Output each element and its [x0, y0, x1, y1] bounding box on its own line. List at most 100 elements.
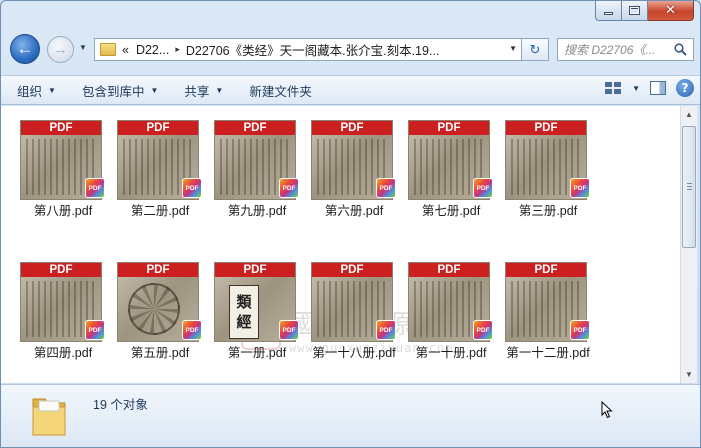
file-item[interactable]: PDF PDF 第三册.pdf	[499, 110, 590, 218]
pdf-banner: PDF	[312, 121, 392, 135]
scroll-thumb[interactable]	[682, 126, 696, 248]
navigation-bar: ← → ▼ « D22... ▸ D22706《类经》天一阁藏本.张介宝.刻本.…	[1, 31, 700, 67]
pdf-app-icon: PDF	[85, 320, 105, 340]
share-label: 共享	[184, 84, 210, 99]
back-button[interactable]: ←	[10, 34, 40, 64]
forward-button[interactable]: →	[47, 36, 74, 63]
magnifier-icon[interactable]	[674, 43, 687, 56]
preview-pane-icon[interactable]	[650, 81, 666, 95]
breadcrumb-overflow[interactable]: «	[122, 43, 129, 57]
vertical-scrollbar[interactable]: ▲ ▼	[680, 106, 697, 383]
address-dropdown-icon[interactable]: ▼	[509, 44, 517, 53]
share-menu[interactable]: 共享 ▼	[174, 78, 233, 102]
minimize-icon	[604, 12, 613, 15]
pdf-app-icon: PDF	[570, 320, 590, 340]
book-cover: 類經	[229, 285, 259, 339]
file-item[interactable]: PDF PDF 第一十册.pdf	[402, 252, 493, 360]
pdf-app-icon: PDF	[182, 178, 202, 198]
search-box[interactable]	[557, 38, 694, 61]
file-name: 第六册.pdf	[324, 204, 384, 218]
organize-menu[interactable]: 组织 ▼	[7, 78, 66, 102]
folder-icon	[32, 398, 66, 436]
refresh-button[interactable]: ↻	[522, 38, 549, 61]
file-name: 第一册.pdf	[227, 346, 287, 360]
pdf-banner: PDF	[409, 263, 489, 277]
details-pane: 19 个对象	[1, 384, 700, 447]
breadcrumb-item-parent[interactable]: D22...	[136, 43, 169, 57]
pdf-app-icon: PDF	[473, 178, 493, 198]
pdf-app-icon: PDF	[85, 178, 105, 198]
recent-pages-dropdown-icon[interactable]: ▼	[79, 43, 89, 53]
mouse-pointer-icon	[601, 401, 613, 419]
pdf-app-icon: PDF	[279, 320, 299, 340]
back-arrow-icon: ←	[16, 39, 34, 58]
pdf-banner: PDF	[506, 121, 586, 135]
breadcrumb-separator-icon[interactable]: ▸	[175, 44, 180, 55]
search-input[interactable]	[564, 42, 674, 57]
minimize-button[interactable]	[595, 1, 622, 21]
breadcrumb-item-current[interactable]: D22706《类经》天一阁藏本.张介宝.刻本.19...	[186, 40, 440, 59]
close-button[interactable]: ✕	[648, 1, 694, 21]
pdf-banner: PDF	[118, 121, 198, 135]
help-icon[interactable]: ?	[676, 79, 694, 97]
pdf-app-icon: PDF	[473, 320, 493, 340]
file-item[interactable]: PDF PDF 第一十二册.pdf	[499, 252, 590, 360]
file-item[interactable]: PDF PDF 第四册.pdf	[14, 252, 105, 360]
file-item[interactable]: PDF PDF 第九册.pdf	[208, 110, 299, 218]
file-item[interactable]: PDF 類經 PDF 第一册.pdf	[208, 252, 299, 360]
file-name: 第一十二册.pdf	[506, 346, 590, 360]
include-in-library-menu[interactable]: 包含到库中 ▼	[72, 78, 168, 102]
organize-label: 组织	[17, 84, 43, 99]
pdf-app-icon: PDF	[279, 178, 299, 198]
pdf-banner: PDF	[215, 263, 295, 277]
item-count: 19 个对象	[93, 398, 148, 412]
chevron-down-icon: ▼	[48, 85, 56, 95]
file-item[interactable]: PDF PDF 第七册.pdf	[402, 110, 493, 218]
file-view[interactable]: 國 國學資源網 www.guoxueziyuan.com PDFPDF第八册.p…	[1, 106, 680, 383]
scroll-up-icon[interactable]: ▲	[681, 106, 697, 123]
pdf-banner: PDF	[409, 121, 489, 135]
file-item[interactable]: PDF PDF 第一十八册.pdf	[305, 252, 396, 360]
pdf-banner: PDF	[21, 263, 101, 277]
toolbar-right-group: ▼ ?	[604, 79, 694, 97]
include-in-library-label: 包含到库中	[81, 84, 145, 99]
explorer-window: ✕ ← → ▼ « D22... ▸ D22706《类经》天一阁藏本.张介宝.刻…	[0, 0, 701, 448]
file-name: 第一十八册.pdf	[312, 346, 396, 360]
file-name: 第二册.pdf	[130, 204, 190, 218]
new-folder-button[interactable]: 新建文件夹	[239, 78, 322, 102]
pdf-app-icon: PDF	[182, 320, 202, 340]
file-item[interactable]: PDF PDF 第六册.pdf	[305, 110, 396, 218]
command-bar: 组织 ▼ 包含到库中 ▼ 共享 ▼ 新建文件夹 ▼ ?	[1, 75, 700, 105]
maximize-icon	[629, 6, 640, 15]
chevron-down-icon: ▼	[215, 85, 224, 95]
pdf-banner: PDF	[312, 263, 392, 277]
refresh-icon: ↻	[529, 41, 541, 57]
breadcrumb: « D22... ▸ D22706《类经》天一阁藏本.张介宝.刻本.19...	[122, 40, 439, 59]
views-dropdown-icon[interactable]: ▼	[632, 84, 640, 93]
views-icon[interactable]	[604, 80, 622, 96]
address-bar[interactable]: « D22... ▸ D22706《类经》天一阁藏本.张介宝.刻本.19... …	[94, 38, 522, 61]
pdf-app-icon: PDF	[376, 320, 396, 340]
cover-char: 經	[236, 313, 252, 331]
caption-buttons: ✕	[595, 1, 694, 21]
pdf-app-icon: PDF	[570, 178, 590, 198]
scroll-down-icon[interactable]: ▼	[681, 366, 697, 383]
file-name: 第一十册.pdf	[415, 346, 487, 360]
file-name: 第五册.pdf	[130, 346, 190, 360]
file-item[interactable]: PDF PDF 第八册.pdf	[14, 110, 105, 218]
grip-icon	[687, 183, 692, 190]
pdf-banner: PDF	[506, 263, 586, 277]
forward-arrow-icon: →	[53, 41, 68, 58]
file-item[interactable]: PDF PDF 第五册.pdf	[111, 252, 202, 360]
pdf-app-icon: PDF	[376, 178, 396, 198]
file-item[interactable]: PDF PDF 第二册.pdf	[111, 110, 202, 218]
maximize-button[interactable]	[622, 1, 648, 21]
new-folder-label: 新建文件夹	[249, 84, 312, 99]
file-name: 第九册.pdf	[227, 204, 287, 218]
pdf-banner: PDF	[118, 263, 198, 277]
chevron-down-icon: ▼	[150, 85, 159, 95]
cover-char: 類	[236, 293, 252, 311]
file-name: 第八册.pdf	[33, 204, 93, 218]
diagram-illustration	[128, 283, 180, 335]
file-name: 第七册.pdf	[421, 204, 481, 218]
